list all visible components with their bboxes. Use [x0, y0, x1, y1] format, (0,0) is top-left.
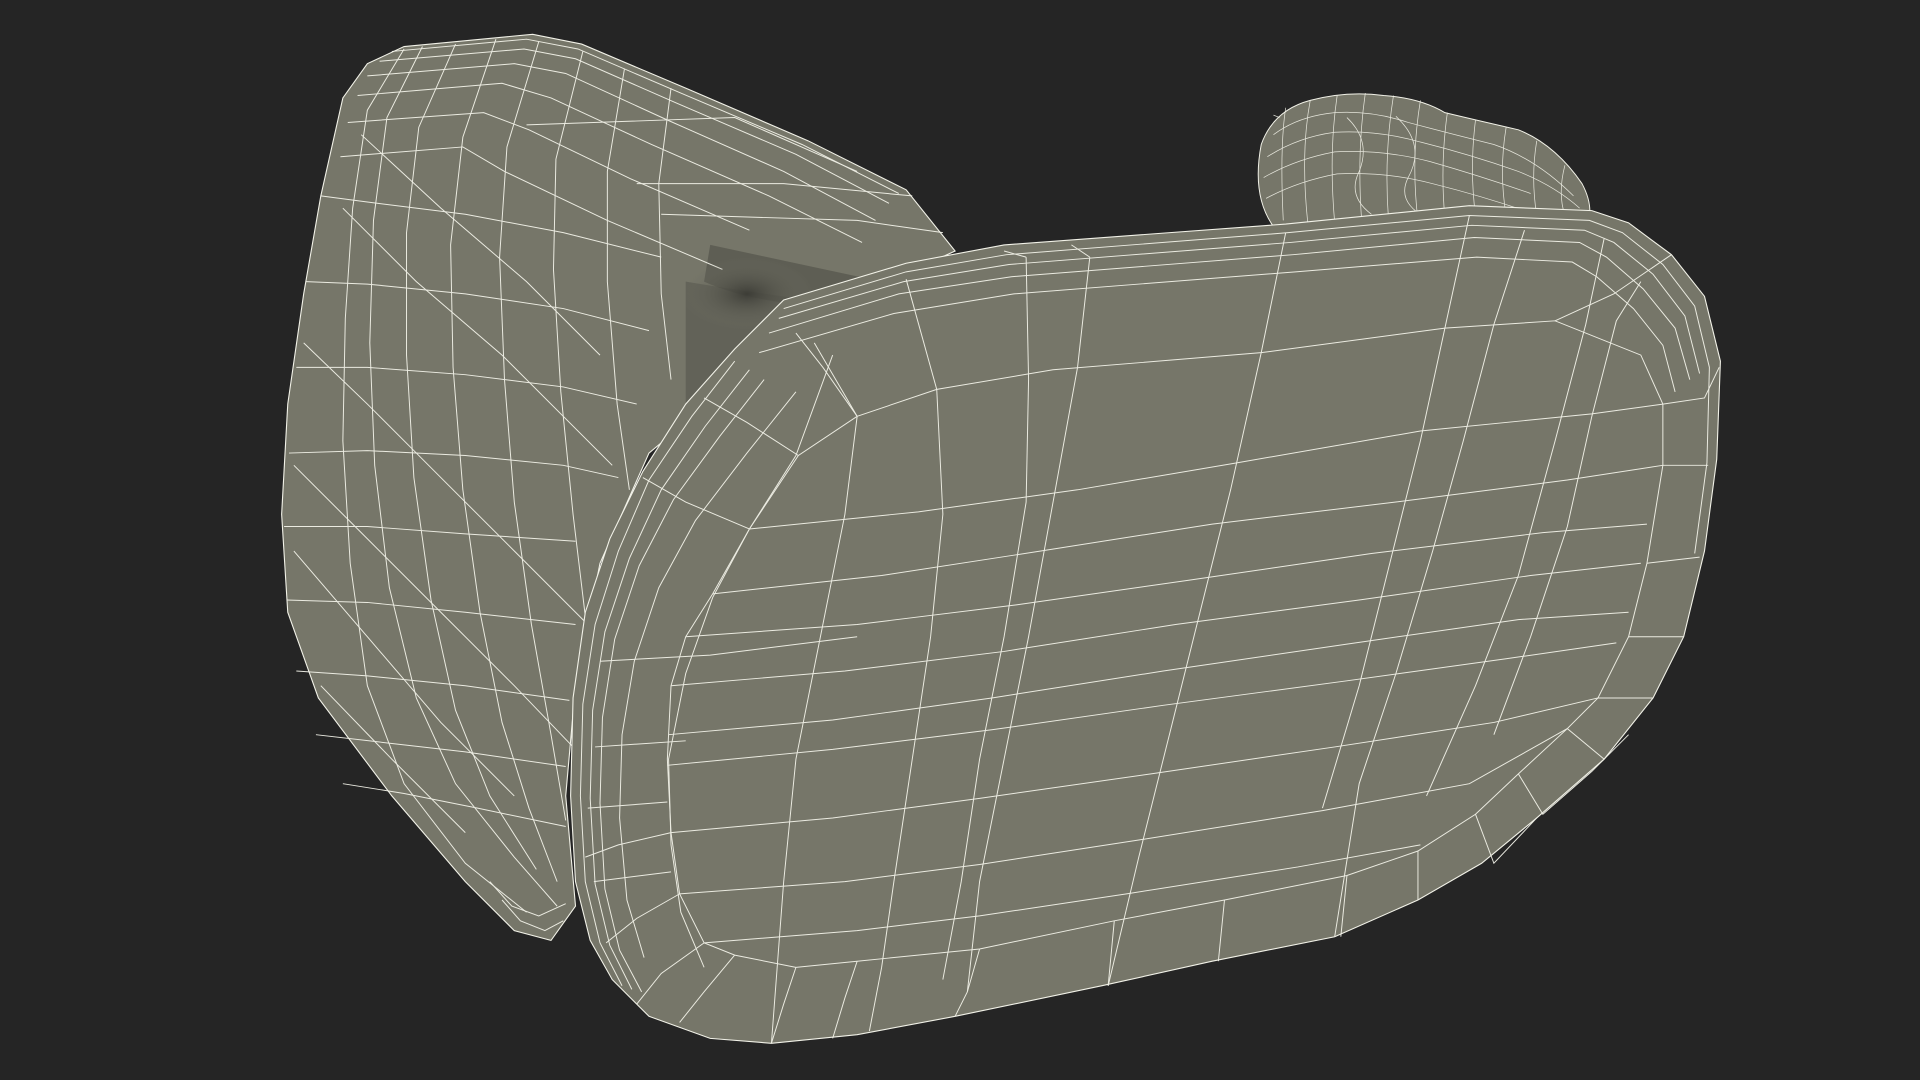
- render-viewport: [0, 0, 1920, 1080]
- organic-mesh: [1257, 93, 1591, 228]
- wireframe-render: [281, 33, 1721, 1044]
